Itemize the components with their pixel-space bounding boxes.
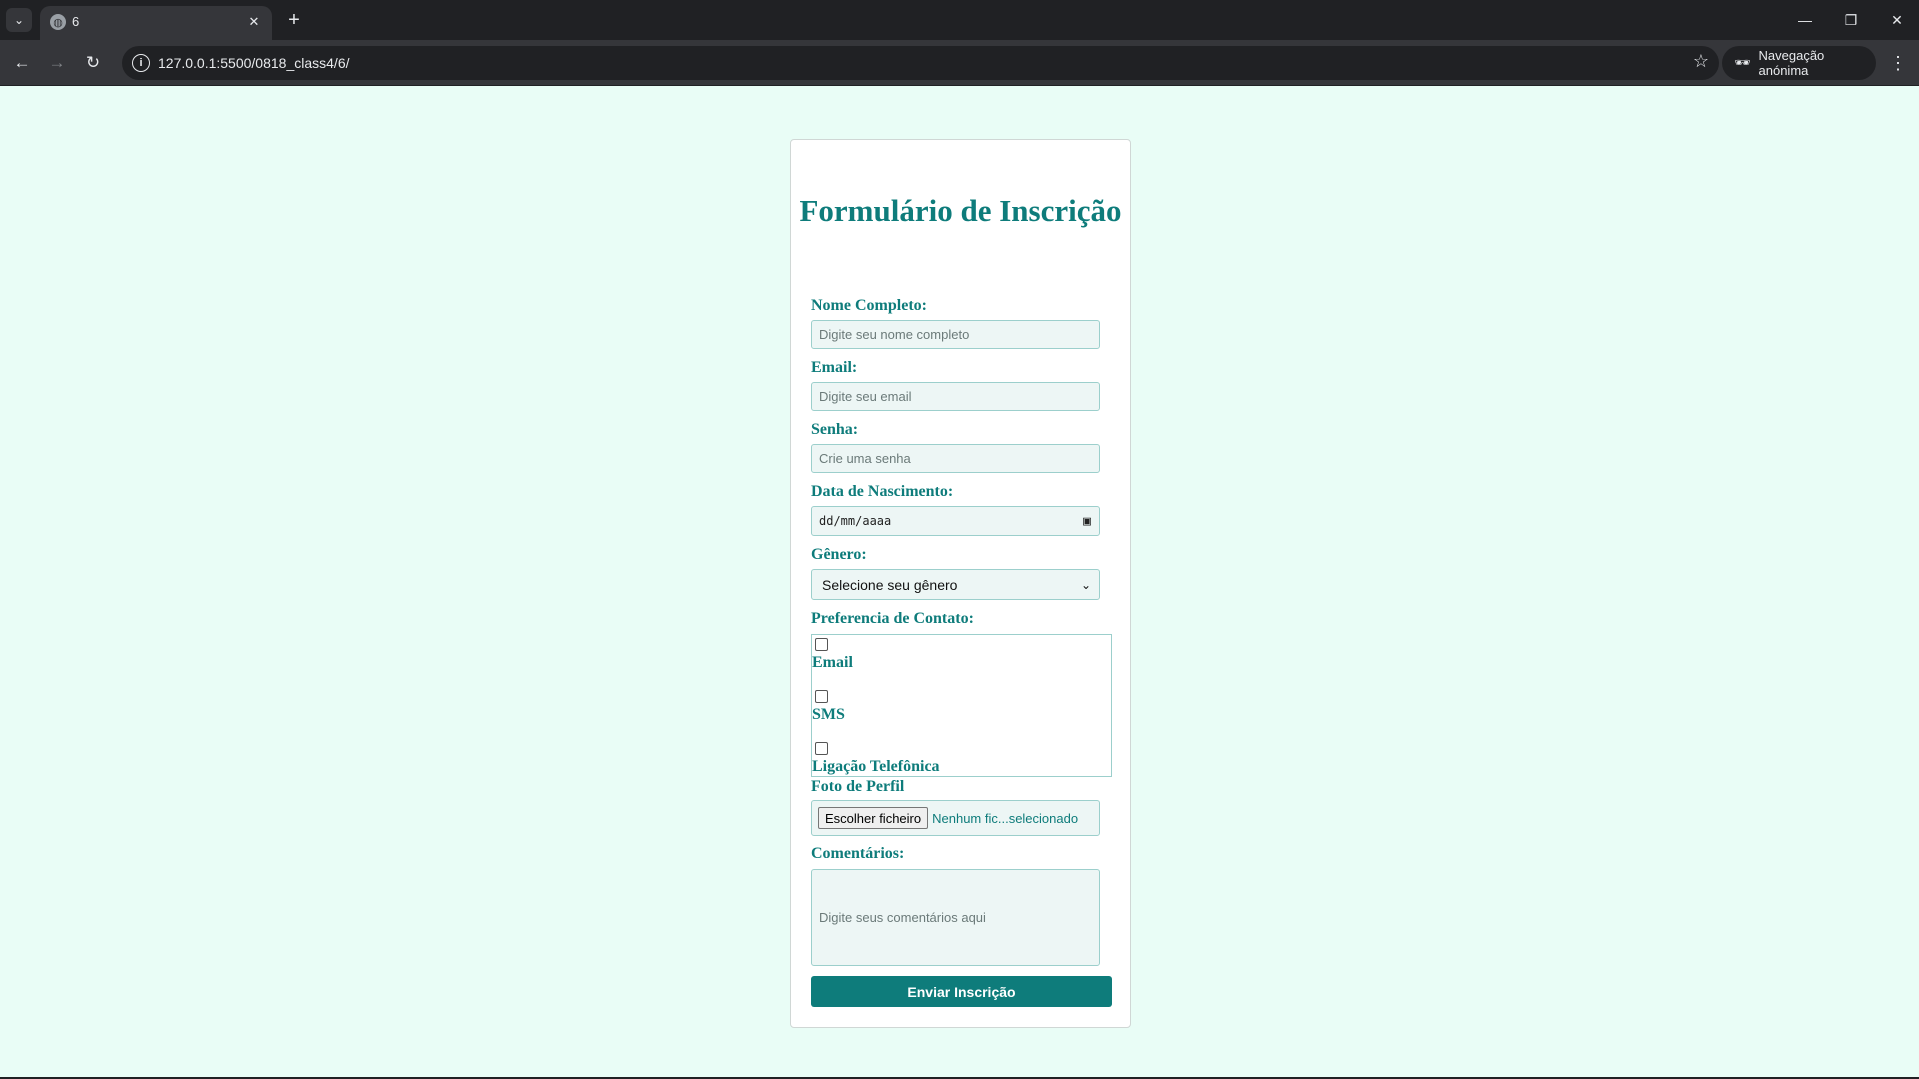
incognito-icon: 🕶 (1734, 55, 1751, 70)
globe-icon: ◍ (50, 14, 66, 30)
birthdate-input[interactable]: dd/mm/aaaa ▣ (811, 506, 1100, 536)
incognito-label: Navegação anónima (1758, 48, 1825, 78)
birthdate-placeholder: dd/mm/aaaa (819, 514, 892, 528)
new-tab-button[interactable]: + (282, 9, 306, 31)
contact-preference-group: Email SMS Ligação Telefônica (811, 634, 1112, 777)
kebab-menu-icon[interactable]: ⋮ (1884, 49, 1912, 77)
gender-label: Gênero: (811, 546, 867, 563)
submit-button[interactable]: Enviar Inscrição (811, 976, 1112, 1007)
incognito-indicator[interactable]: 🕶 Navegação anónima (1722, 46, 1876, 80)
browser-toolbar: ← → ↻ i 127.0.0.1:5500/0818_class4/6/ ☆ … (0, 40, 1919, 86)
comments-placeholder: Digite seus comentários aqui (819, 910, 986, 925)
contact-phone-checkbox[interactable] (815, 742, 828, 755)
photo-label: Foto de Perfil (811, 778, 905, 795)
password-label: Senha: (811, 421, 859, 438)
url-text[interactable]: 127.0.0.1:5500/0818_class4/6/ (158, 55, 350, 71)
name-input[interactable] (811, 320, 1100, 349)
form-title: Formulário de Inscrição (799, 193, 1122, 228)
comments-textarea[interactable]: Digite seus comentários aqui (811, 869, 1100, 966)
tab-list-button[interactable]: ⌄ (6, 8, 32, 32)
birthdate-label: Data de Nascimento: (811, 483, 954, 500)
gender-selected-value: Selecione seu gênero (822, 576, 958, 593)
tab-bar: ⌄ ◍ 6 ✕ + — ❐ ✕ (0, 0, 1919, 40)
photo-file-input[interactable]: Escolher ficheiro Nenhum fic...seleciona… (811, 800, 1100, 836)
contact-phone-label[interactable]: Ligação Telefônica (812, 758, 940, 776)
address-bar[interactable]: i 127.0.0.1:5500/0818_class4/6/ ☆ (122, 46, 1719, 80)
minimize-icon[interactable]: — (1790, 8, 1820, 32)
contact-email-checkbox[interactable] (815, 638, 828, 651)
contact-sms-checkbox[interactable] (815, 690, 828, 703)
calendar-icon[interactable]: ▣ (1083, 514, 1091, 529)
comments-label: Comentários: (811, 845, 905, 862)
file-status-text: Nenhum fic...selecionado (932, 810, 1079, 826)
star-icon[interactable]: ☆ (1693, 51, 1709, 72)
reload-icon[interactable]: ↻ (79, 49, 107, 77)
email-input[interactable] (811, 382, 1100, 411)
forward-arrow-icon[interactable]: → (43, 49, 71, 77)
chevron-down-icon: ⌄ (1080, 577, 1091, 592)
restore-icon[interactable]: ❐ (1836, 8, 1866, 32)
site-info-icon[interactable]: i (132, 54, 150, 72)
choose-file-button[interactable]: Escolher ficheiro (818, 807, 929, 829)
registration-form-card: Formulário de Inscrição Nome Completo: E… (790, 139, 1131, 1028)
chevron-down-icon: ⌄ (13, 13, 25, 27)
contact-sms-label[interactable]: SMS (812, 706, 845, 724)
tab-title: 6 (72, 14, 80, 29)
email-label: Email: (811, 359, 858, 376)
name-label: Nome Completo: (811, 297, 927, 314)
tab-close-icon[interactable]: ✕ (244, 12, 264, 32)
back-arrow-icon[interactable]: ← (8, 49, 36, 77)
close-window-icon[interactable]: ✕ (1882, 8, 1912, 32)
contact-email-label[interactable]: Email (812, 654, 853, 672)
gender-select[interactable]: Selecione seu gênero ⌄ (811, 569, 1100, 600)
browser-tab[interactable]: ◍ 6 ✕ (40, 6, 272, 40)
contact-preference-label: Preferencia de Contato: (811, 610, 974, 627)
password-input[interactable] (811, 444, 1100, 473)
